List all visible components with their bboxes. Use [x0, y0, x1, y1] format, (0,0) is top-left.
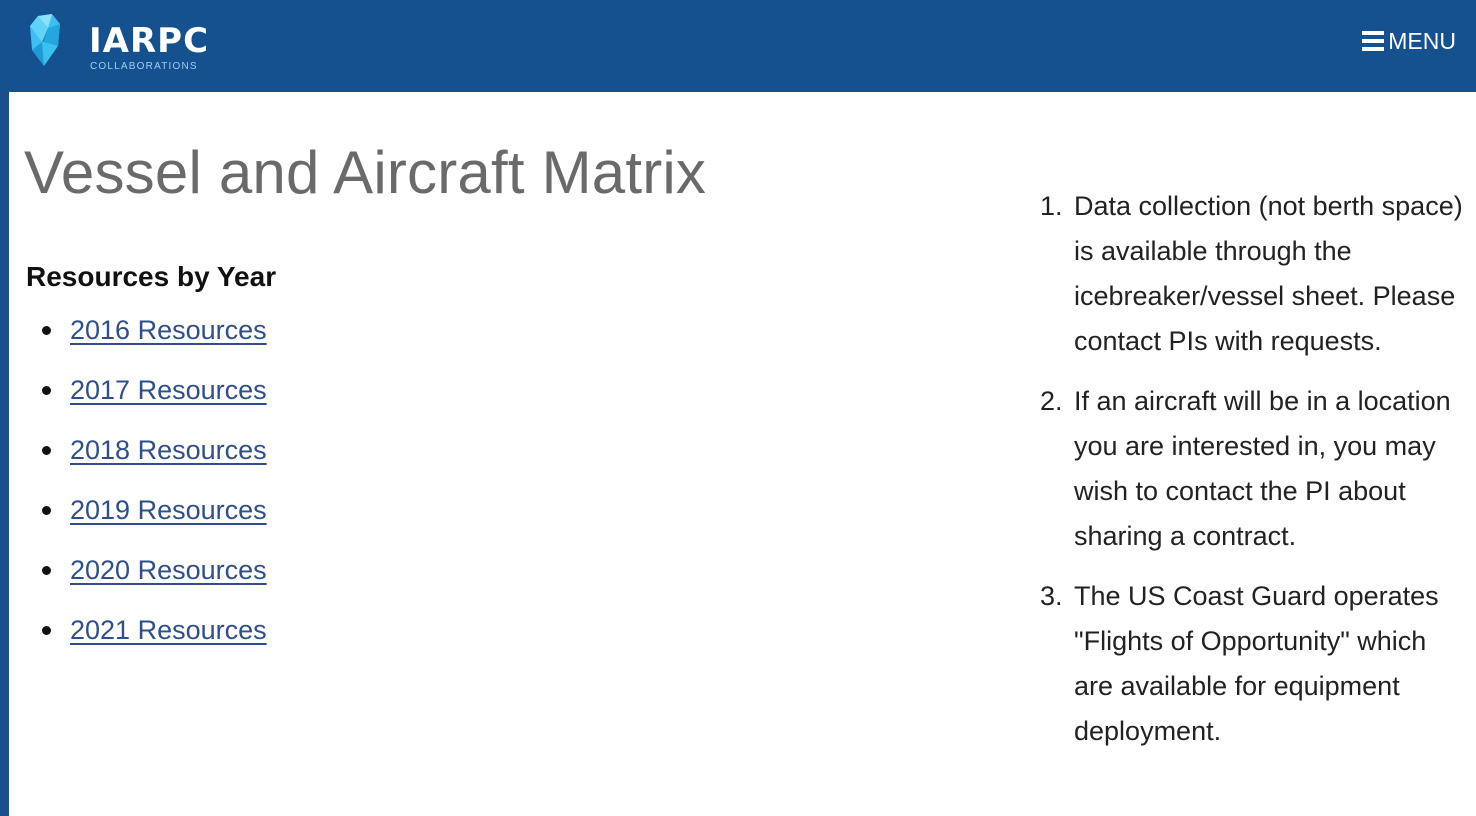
list-item: 2017 Resources	[26, 374, 267, 434]
bullet	[42, 446, 51, 455]
list-item: 2021 Resources	[26, 614, 267, 674]
resource-link-2019[interactable]: 2019 Resources	[70, 494, 267, 526]
resource-link-2016[interactable]: 2016 Resources	[70, 314, 267, 346]
note-number: 1.	[1040, 191, 1063, 221]
list-item: 2019 Resources	[26, 494, 267, 554]
resource-link-2020[interactable]: 2020 Resources	[70, 554, 267, 586]
note-text: If an aircraft will be in a location you…	[1074, 386, 1451, 551]
resource-link-2021[interactable]: 2021 Resources	[70, 614, 267, 646]
note-number: 3.	[1040, 581, 1063, 611]
note-number: 2.	[1040, 386, 1063, 416]
page-title: Vessel and Aircraft Matrix	[24, 139, 707, 206]
notes-list: 1. Data collection (not berth space) is …	[1040, 184, 1470, 769]
resource-link-2017[interactable]: 2017 Resources	[70, 374, 267, 406]
note-item: 1. Data collection (not berth space) is …	[1040, 184, 1470, 364]
note-item: 2. If an aircraft will be in a location …	[1040, 379, 1470, 559]
hamburger-icon	[1362, 31, 1385, 51]
ice-crystal-logo-icon	[30, 14, 60, 66]
bullet	[42, 506, 51, 515]
resources-heading: Resources by Year	[26, 261, 277, 292]
resource-link-2018[interactable]: 2018 Resources	[70, 434, 267, 466]
site-header: IARPC COLLABORATIONS MENU	[0, 0, 1476, 92]
bullet	[42, 566, 51, 575]
bullet	[42, 326, 51, 335]
list-item: 2018 Resources	[26, 434, 267, 494]
bullet	[42, 626, 51, 635]
note-item: 3. The US Coast Guard operates "Flights …	[1040, 574, 1470, 754]
resources-list: 2016 Resources 2017 Resources 2018 Resou…	[26, 314, 267, 674]
menu-button[interactable]: MENU	[1362, 26, 1456, 56]
logo-subtitle: COLLABORATIONS	[90, 61, 198, 72]
bullet	[42, 386, 51, 395]
list-item: 2020 Resources	[26, 554, 267, 614]
menu-label: MENU	[1388, 27, 1456, 54]
note-text: Data collection (not berth space) is ava…	[1074, 191, 1463, 356]
iarpc-logo[interactable]: IARPC COLLABORATIONS	[24, 12, 208, 72]
note-text: The US Coast Guard operates "Flights of …	[1074, 581, 1439, 746]
logo-name: IARPC	[89, 21, 210, 61]
main-content: Vessel and Aircraft Matrix Resources by …	[9, 92, 1476, 816]
list-item: 2016 Resources	[26, 314, 267, 374]
